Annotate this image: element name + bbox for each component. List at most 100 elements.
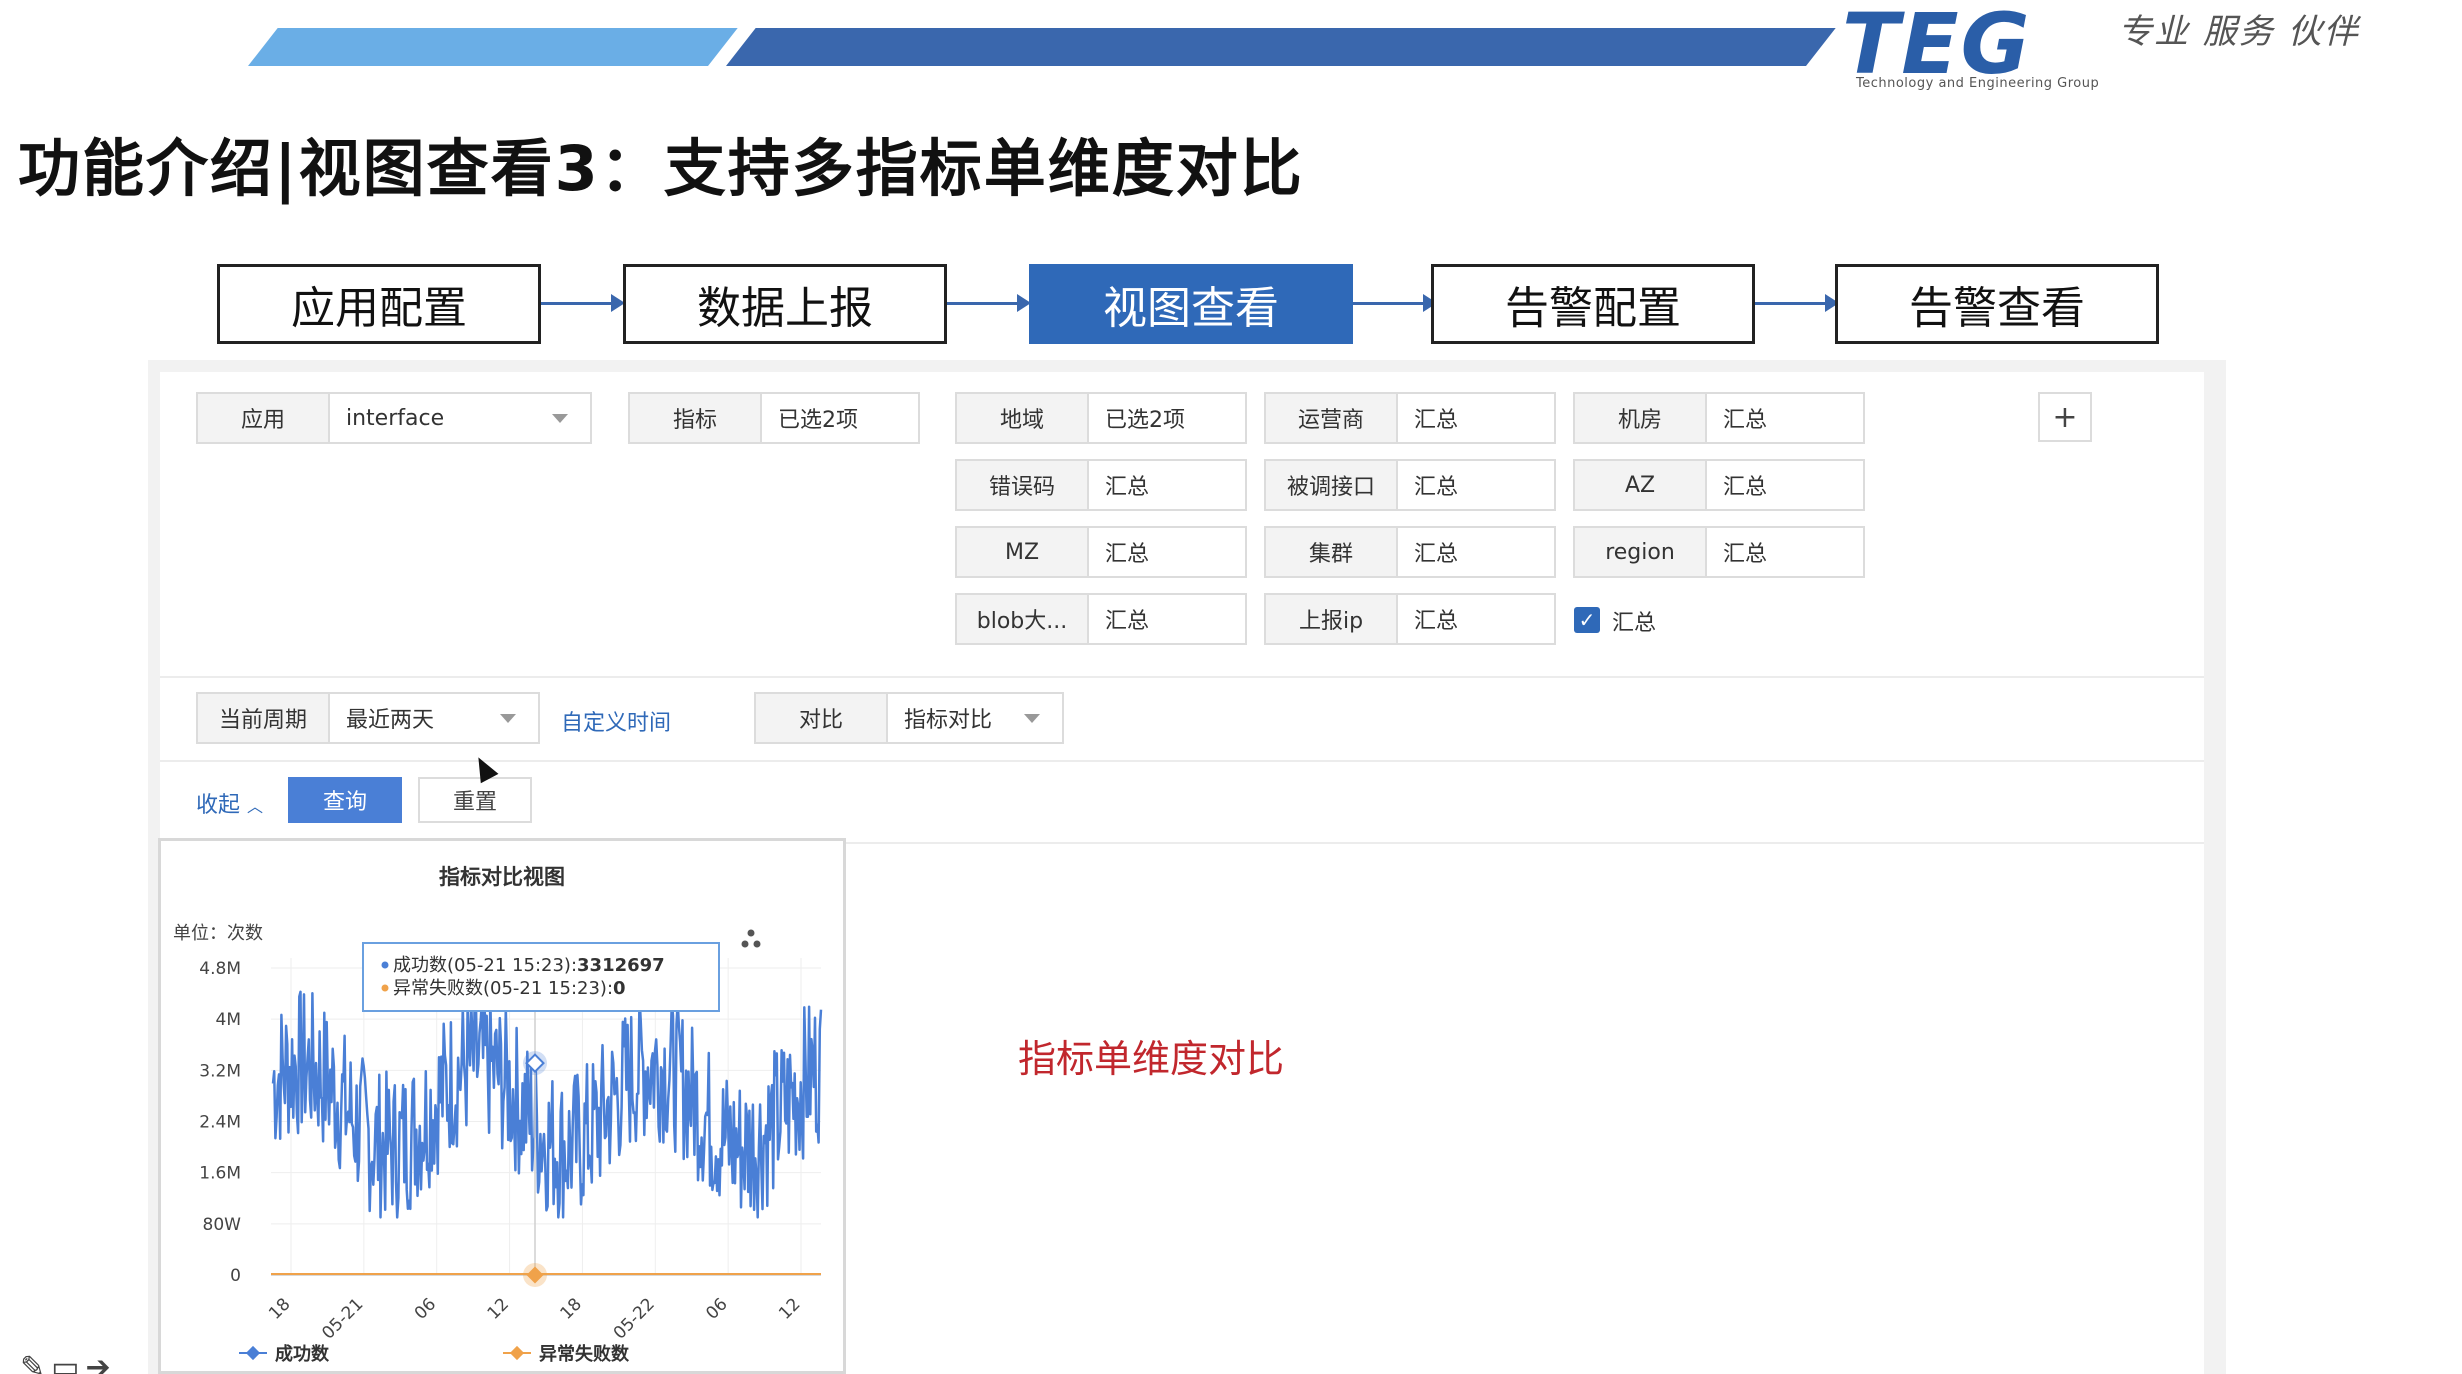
y-tick-label: 1.6M: [199, 1164, 241, 1184]
dimension-filter-value: 汇总: [1723, 542, 1768, 567]
dimension-filter-value: 汇总: [1723, 408, 1768, 433]
chevron-up-icon: ︿: [247, 797, 264, 816]
step-alert-config: 告警配置: [1431, 264, 1755, 344]
share-icon[interactable]: [741, 929, 761, 948]
chart-plot[interactable]: 0 80W 1.6M 2.4M 3.2M 4M 4.8M 18 05-21 06 12 18 05-22…: [161, 841, 843, 1371]
arrow-right-icon[interactable]: ➔: [86, 1350, 117, 1374]
legend-marker: [245, 1345, 261, 1361]
period-select-value: 最近两天: [330, 694, 538, 742]
teg-logo: TEG Technology and Engineering Group: [1842, 0, 2122, 94]
legend-item-success[interactable]: 成功数: [275, 1343, 330, 1365]
divider: [846, 842, 2204, 844]
dimension-filter-label: 上报ip: [1266, 595, 1398, 643]
dimension-filter[interactable]: blob大... 汇总: [955, 593, 1247, 645]
dimension-filter-value: 汇总: [1414, 475, 1459, 500]
dimension-filter[interactable]: 被调接口 汇总: [1264, 459, 1556, 511]
metric-select[interactable]: 指标 已选2项: [628, 392, 920, 444]
metric-select-label: 指标: [630, 394, 762, 442]
collapse-link[interactable]: 收起 ︿: [196, 787, 263, 819]
tooltip-label: 成功数(05-21 15:23):: [393, 955, 577, 976]
workflow-steps: 应用配置 数据上报 视图查看 告警配置 告警查看: [217, 264, 2159, 344]
dimension-filter[interactable]: AZ 汇总: [1573, 459, 1865, 511]
x-tick-label: 12: [775, 1294, 804, 1323]
dimension-filter-value: 汇总: [1723, 475, 1768, 500]
chevron-down-icon: [500, 714, 516, 723]
chevron-down-icon: [552, 414, 568, 423]
dimension-filter-label: 错误码: [957, 461, 1089, 509]
dimension-filter-label: MZ: [957, 528, 1089, 576]
dimension-filter-label: blob大...: [957, 595, 1089, 643]
search-button[interactable]: 查询: [288, 777, 402, 823]
tooltip-value: 3312697: [577, 955, 665, 976]
dimension-filter[interactable]: region 汇总: [1573, 526, 1865, 578]
slogan: 专业 服务 伙伴: [2118, 12, 2360, 52]
legend-item-fail[interactable]: 异常失败数: [539, 1343, 630, 1365]
app-select-value: interface: [330, 394, 590, 442]
custom-time-link[interactable]: 自定义时间: [561, 705, 671, 737]
dimension-filter-label: AZ: [1575, 461, 1707, 509]
x-tick-label: 12: [484, 1294, 513, 1323]
x-tick-label: 18: [557, 1294, 586, 1323]
divider: [160, 676, 2204, 678]
tooltip-dot-success: [381, 961, 389, 969]
window-icon[interactable]: ▭: [51, 1350, 85, 1374]
compare-select[interactable]: 对比 指标对比: [754, 692, 1064, 744]
dimension-filter-value: 汇总: [1414, 408, 1459, 433]
summary-checkbox[interactable]: ✓: [1574, 607, 1600, 633]
dimension-filter-label: 被调接口: [1266, 461, 1398, 509]
dimension-filter[interactable]: 错误码 汇总: [955, 459, 1247, 511]
divider: [160, 760, 2204, 762]
toolbar-icons: ✎▭➔: [20, 1350, 117, 1374]
step-view: 视图查看: [1029, 264, 1353, 344]
period-select-label: 当前周期: [198, 694, 330, 742]
dimension-filter[interactable]: MZ 汇总: [955, 526, 1247, 578]
tooltip-line-fail: 异常失败数(05-21 15:23):0: [393, 978, 626, 999]
dimension-filter-label: 运营商: [1266, 394, 1398, 442]
dimension-filter[interactable]: 集群 汇总: [1264, 526, 1556, 578]
step-alert-view: 告警查看: [1835, 264, 2159, 344]
dimension-filter[interactable]: 上报ip 汇总: [1264, 593, 1556, 645]
step-app-config: 应用配置: [217, 264, 541, 344]
tooltip-box: [362, 942, 720, 1012]
legend-marker: [509, 1345, 525, 1361]
dimension-filter-value: 汇总: [1105, 542, 1150, 567]
dimension-filter[interactable]: 机房 汇总: [1573, 392, 1865, 444]
y-tick-label: 3.2M: [199, 1061, 241, 1081]
metric-select-value: 已选2项: [778, 408, 858, 433]
tooltip-value: 0: [613, 978, 626, 999]
banner-stripe-light: [248, 28, 738, 66]
logo-subtitle: Technology and Engineering Group: [1856, 76, 2100, 91]
summary-checkbox-label: 汇总: [1612, 611, 1657, 636]
dimension-filter-label: 集群: [1266, 528, 1398, 576]
pen-icon[interactable]: ✎: [20, 1350, 51, 1374]
dimension-filter-value: 汇总: [1414, 609, 1459, 634]
logo-text: TEG: [1842, 0, 2032, 93]
dimension-filter-value: 已选2项: [1105, 408, 1185, 433]
collapse-link-label: 收起: [196, 793, 241, 818]
compare-select-label: 对比: [756, 694, 888, 742]
y-tick-label: 4.8M: [199, 959, 241, 979]
chevron-down-icon: [1024, 714, 1040, 723]
y-tick-label: 80W: [203, 1215, 242, 1235]
metric-compare-chart: 指标对比视图 单位：次数 0 80W 1.6M 2.4M 3.2M 4M 4.8M 18 05-…: [158, 838, 846, 1374]
x-tick-label: 06: [411, 1294, 440, 1323]
app-select[interactable]: 应用 interface: [196, 392, 592, 444]
tooltip-dot-fail: [381, 984, 389, 992]
dimension-filter-label: region: [1575, 528, 1707, 576]
reset-button[interactable]: 重置: [418, 777, 532, 823]
add-filter-button[interactable]: +: [2038, 392, 2092, 442]
y-tick-label: 0: [230, 1266, 241, 1286]
dimension-filter-label: 机房: [1575, 394, 1707, 442]
flow-arrow: [1755, 294, 1839, 312]
dimension-filter[interactable]: 地域 已选2项: [955, 392, 1247, 444]
flow-arrow: [541, 294, 625, 312]
banner-stripe-dark: [726, 28, 1836, 66]
period-select[interactable]: 当前周期 最近两天: [196, 692, 540, 744]
dimension-filter[interactable]: 运营商 汇总: [1264, 392, 1556, 444]
flow-arrow: [1353, 294, 1437, 312]
dimension-filter-label: 地域: [957, 394, 1089, 442]
dimension-filter-value: 汇总: [1105, 475, 1150, 500]
app-select-text: interface: [346, 405, 445, 431]
tooltip-line-success: 成功数(05-21 15:23):3312697: [393, 955, 665, 976]
y-tick-label: 4M: [216, 1010, 241, 1030]
